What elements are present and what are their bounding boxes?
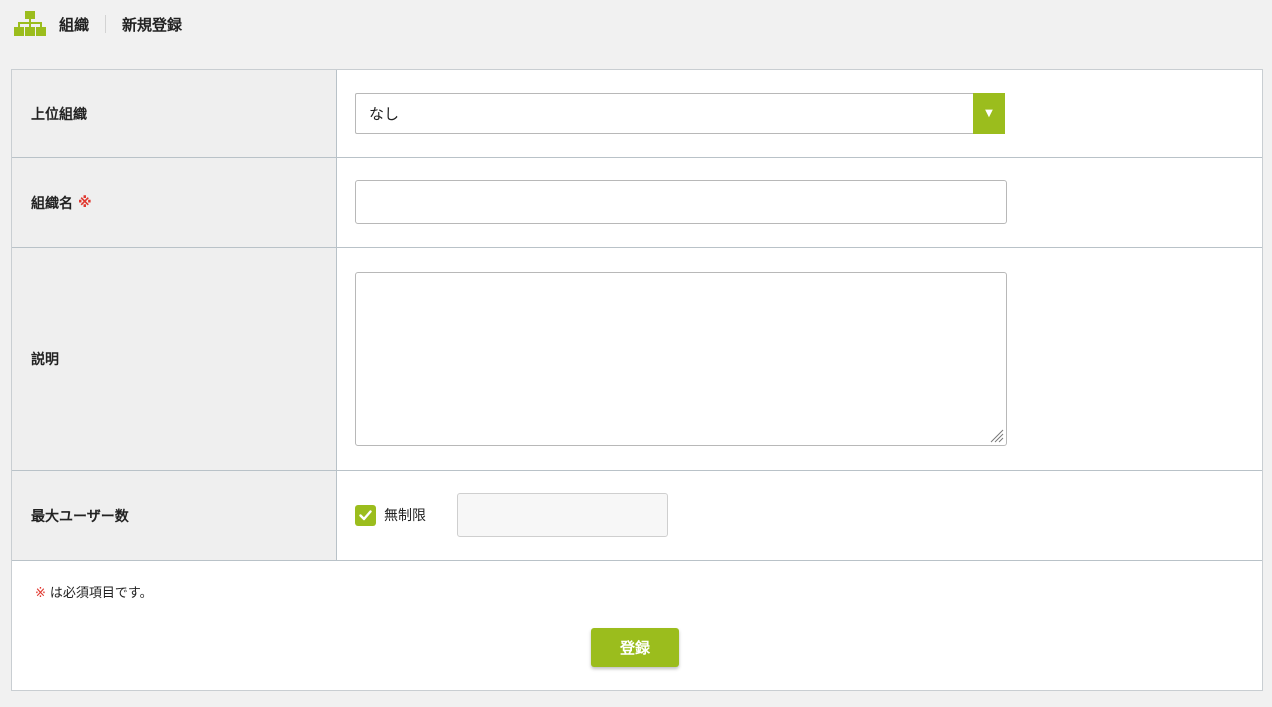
parent-org-label-text: 上位組織 bbox=[31, 106, 87, 123]
breadcrumb-section[interactable]: 組織 bbox=[59, 14, 89, 35]
org-name-label: 組織名 ※ bbox=[12, 158, 337, 247]
parent-org-selected-value: なし bbox=[369, 105, 400, 123]
max-users-row: 最大ユーザー数 無制限 bbox=[12, 471, 1262, 561]
org-name-cell bbox=[337, 158, 1262, 247]
org-chart-icon bbox=[14, 11, 46, 36]
org-name-label-text: 組織名 bbox=[31, 195, 73, 212]
parent-org-label: 上位組織 bbox=[12, 70, 337, 157]
unlimited-checkbox-control[interactable]: 無制限 bbox=[355, 504, 426, 526]
org-name-row: 組織名 ※ bbox=[12, 158, 1262, 248]
max-users-input[interactable] bbox=[457, 493, 668, 537]
parent-org-row: 上位組織 なし ▼ bbox=[12, 70, 1262, 158]
check-icon bbox=[359, 509, 372, 520]
required-note-mark: ※ bbox=[35, 586, 46, 601]
parent-org-cell: なし ▼ bbox=[337, 70, 1262, 157]
breadcrumb-divider bbox=[105, 15, 107, 33]
page-title: 新規登録 bbox=[122, 15, 183, 34]
dropdown-arrow-icon[interactable]: ▼ bbox=[973, 93, 1005, 134]
max-users-label: 最大ユーザー数 bbox=[12, 471, 337, 560]
description-label: 説明 bbox=[12, 248, 337, 470]
resize-grip-icon[interactable] bbox=[988, 427, 1004, 443]
max-users-label-text: 最大ユーザー数 bbox=[31, 508, 129, 525]
unlimited-checkbox[interactable] bbox=[355, 504, 376, 526]
org-name-input[interactable] bbox=[355, 180, 1007, 224]
submit-button[interactable]: 登録 bbox=[591, 628, 679, 667]
max-users-cell: 無制限 bbox=[337, 471, 1262, 560]
parent-org-select[interactable]: なし ▼ bbox=[355, 93, 1005, 134]
required-note-text: は必須項目です。 bbox=[49, 586, 153, 601]
description-textarea[interactable] bbox=[355, 272, 1007, 446]
description-label-text: 説明 bbox=[31, 352, 59, 368]
description-row: 説明 bbox=[12, 248, 1262, 471]
required-note: ※ は必須項目です。 bbox=[35, 582, 153, 601]
required-mark: ※ bbox=[78, 194, 92, 211]
description-cell bbox=[337, 248, 1262, 470]
form-panel: 上位組織 なし ▼ 組織名 ※ 説明 最大ユーザー数 無制限 ※ は必須項目です… bbox=[11, 69, 1263, 691]
page-header: 組織 新規登録 bbox=[14, 10, 182, 38]
unlimited-label[interactable]: 無制限 bbox=[384, 505, 426, 525]
